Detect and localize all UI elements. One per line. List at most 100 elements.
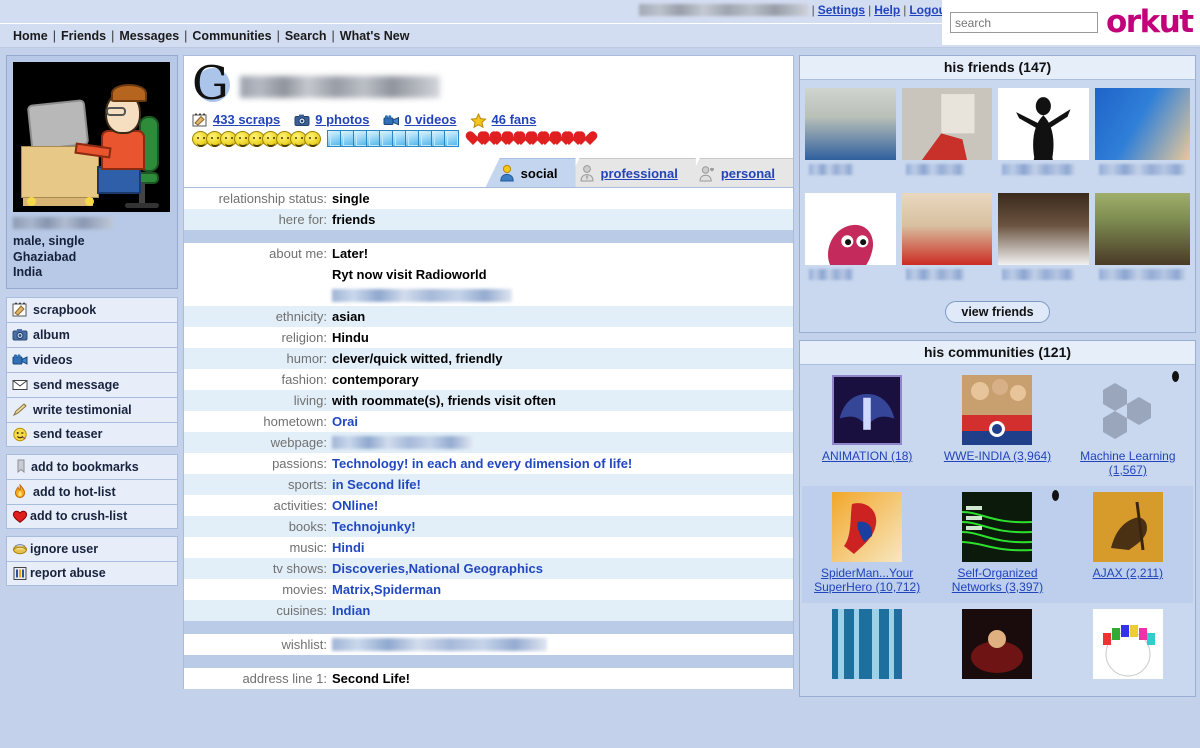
stat-scraps[interactable]: 433 scraps (192, 112, 280, 127)
action-ignore-user[interactable]: ignore user (6, 535, 178, 561)
community-thumbnail[interactable] (962, 375, 1033, 445)
community-thumbnail[interactable] (832, 609, 903, 679)
info-row-label: here for: (278, 212, 327, 227)
community-thumbnail[interactable] (962, 609, 1033, 679)
settings-link[interactable]: Settings (818, 3, 865, 17)
community-thumbnail[interactable] (832, 492, 903, 562)
community-thumbnail[interactable] (1092, 492, 1163, 562)
tab-professional-label[interactable]: professional (601, 166, 678, 181)
friend-thumbnail[interactable] (998, 193, 1089, 265)
community-label[interactable]: WWE-INDIA (3,964) (936, 449, 1058, 463)
action-add-hot-list[interactable]: add to hot-list (6, 478, 178, 504)
nav-item-home[interactable]: Home (13, 29, 48, 43)
help-link[interactable]: Help (874, 3, 900, 17)
avatar-letter: G (192, 56, 229, 110)
info-row-value: clever/quick witted, friendly (332, 348, 793, 369)
nav-item-search[interactable]: Search (285, 29, 327, 43)
stat-videos-link[interactable]: 0 videos (404, 112, 456, 127)
search-input[interactable] (950, 12, 1098, 33)
tab-personal[interactable]: personal (685, 158, 793, 187)
info-row: tv shows: Discoveries,National Geographic… (184, 558, 793, 579)
stat-fans[interactable]: 46 fans (470, 112, 536, 128)
profile-photo[interactable] (13, 62, 170, 212)
community-label[interactable]: Machine Learning (1,567) (1067, 449, 1189, 477)
nav-item-communities[interactable]: Communities (192, 29, 271, 43)
community-cell: SpiderMan...Your SuperHero (10,712) (802, 486, 933, 603)
action-videos[interactable]: videos (6, 346, 178, 372)
friend-thumbnail[interactable] (1094, 88, 1190, 160)
info-row-label: passions: (272, 456, 327, 471)
action-report-abuse-label: report abuse (30, 566, 106, 580)
info-row-value[interactable]: ONline! (332, 495, 793, 516)
tab-professional[interactable]: professional (565, 158, 696, 187)
community-cell (1063, 603, 1193, 692)
orkut-logo[interactable]: orkut (1106, 7, 1194, 38)
community-label[interactable]: AJAX (2,211) (1067, 566, 1189, 580)
tab-social[interactable]: social (485, 158, 576, 187)
link-separator-1: | (811, 3, 815, 17)
info-section-divider (184, 621, 793, 634)
friend-cell (802, 86, 899, 191)
action-add-hot-list-label: add to hot-list (33, 484, 116, 499)
stat-photos[interactable]: 9 photos (294, 112, 369, 127)
bookmark-icon (16, 459, 26, 474)
community-label[interactable]: SpiderMan...Your SuperHero (10,712) (806, 566, 928, 594)
community-label[interactable]: ANIMATION (18) (806, 449, 928, 463)
friend-thumbnail[interactable] (805, 193, 896, 265)
action-add-bookmarks[interactable]: add to bookmarks (6, 453, 178, 479)
tab-personal-label[interactable]: personal (721, 166, 775, 181)
stat-photos-link[interactable]: 9 photos (315, 112, 369, 127)
friend-thumbnail[interactable] (901, 88, 993, 160)
info-row-value[interactable]: Matrix,Spiderman (332, 579, 793, 600)
action-album[interactable]: album (6, 321, 178, 347)
nav-item-whats-new[interactable]: What's New (340, 29, 410, 43)
info-row: humor: clever/quick witted, friendly (184, 348, 793, 369)
friend-thumbnail[interactable] (1094, 193, 1190, 265)
info-row-value[interactable]: Orai (332, 411, 793, 432)
info-row-value[interactable]: Discoveries,National Geographics (332, 558, 793, 579)
action-write-testimonial[interactable]: write testimonial (6, 396, 178, 422)
friend-name-redacted (809, 164, 854, 175)
info-row-label: music: (289, 540, 327, 555)
action-send-message[interactable]: send message (6, 371, 178, 397)
profile-meta: male, single Ghaziabad India (13, 234, 171, 281)
friend-thumbnail[interactable] (901, 193, 993, 265)
info-row-value[interactable]: Technojunky! (332, 516, 793, 537)
info-row-value[interactable]: Hindi (332, 537, 793, 558)
rating-icecube (444, 130, 459, 147)
community-thumbnail[interactable] (1092, 609, 1163, 679)
action-send-teaser[interactable]: send teaser (6, 421, 178, 447)
info-row-label: living: (293, 393, 327, 408)
nav-item-friends[interactable]: Friends (61, 29, 106, 43)
info-row-value[interactable] (332, 432, 793, 453)
view-friends-button[interactable]: view friends (945, 301, 1050, 323)
info-row-value[interactable]: in Second life! (332, 474, 793, 495)
action-report-abuse[interactable]: report abuse (6, 560, 178, 586)
stat-fans-link[interactable]: 46 fans (491, 112, 536, 127)
action-add-crush-list[interactable]: add to crush-list (6, 503, 178, 529)
stat-scraps-link[interactable]: 433 scraps (213, 112, 280, 127)
info-row: music: Hindi (184, 537, 793, 558)
info-row-value[interactable]: Indian (332, 600, 793, 621)
info-row: about me: Later! Ryt now visit Radioworld (184, 243, 793, 306)
info-row: movies: Matrix,Spiderman (184, 579, 793, 600)
nav-item-messages[interactable]: Messages (119, 29, 179, 43)
stat-scraps-count: 433 (213, 112, 235, 127)
left-sidebar: male, single Ghaziabad India scrapbook a… (6, 55, 178, 748)
friend-name-redacted (1002, 269, 1076, 280)
friend-thumbnail[interactable] (998, 88, 1089, 160)
info-row-value[interactable]: Technology! in each and every dimension … (332, 453, 793, 474)
community-thumbnail[interactable] (962, 492, 1033, 562)
stat-photos-label: photos (326, 112, 370, 127)
community-thumbnail[interactable] (832, 375, 903, 445)
community-label[interactable]: Self-Organized Networks (3,397) (936, 566, 1058, 594)
action-scrapbook[interactable]: scrapbook (6, 296, 178, 322)
top-bar: |Settings|Help|Logout orkut (0, 0, 1200, 45)
community-thumbnail[interactable] (1092, 375, 1163, 445)
friend-cell (1092, 86, 1193, 191)
info-row: address line 1: Second Life! (184, 668, 793, 689)
nav-separator-1: | (52, 28, 56, 43)
stat-videos[interactable]: 0 videos (383, 112, 456, 127)
stat-photos-count: 9 (315, 112, 323, 127)
friend-thumbnail[interactable] (805, 88, 896, 160)
